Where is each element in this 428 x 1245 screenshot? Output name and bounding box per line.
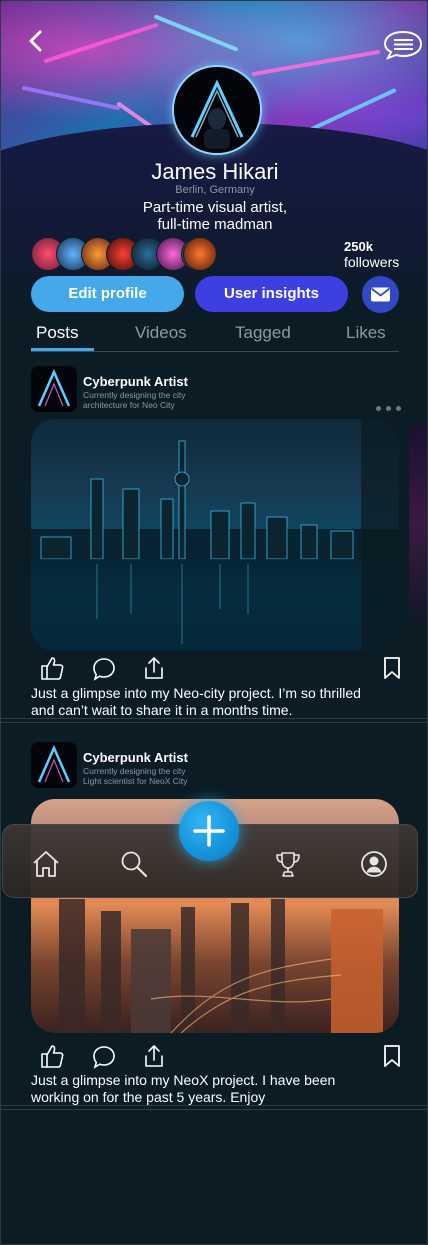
user-insights-button[interactable]: User insights: [195, 276, 348, 312]
home-icon[interactable]: [31, 849, 61, 879]
chat-bubble-icon[interactable]: [383, 29, 423, 61]
tab-videos[interactable]: Videos: [135, 323, 187, 343]
more-options-icon[interactable]: [376, 406, 402, 412]
edit-profile-button[interactable]: Edit profile: [31, 276, 184, 312]
mail-icon: [370, 287, 391, 302]
post-author-avatar[interactable]: [31, 366, 77, 412]
active-tab-indicator: [31, 348, 94, 351]
profile-avatar[interactable]: [172, 65, 262, 155]
followers-label: followers: [344, 254, 400, 270]
post-image[interactable]: [31, 419, 399, 651]
chevron-left-icon[interactable]: [25, 29, 47, 53]
followers-count: 250k: [344, 239, 373, 254]
profile-header: James Hikari Berlin, Germany Part-time v…: [1, 1, 427, 356]
share-icon[interactable]: [141, 655, 167, 681]
tab-likes[interactable]: Likes: [346, 323, 386, 343]
search-icon[interactable]: [119, 849, 149, 879]
share-icon[interactable]: [141, 1043, 167, 1069]
profile-name: James Hikari: [151, 159, 279, 184]
trophy-icon[interactable]: [273, 849, 303, 879]
avatar-image: [174, 67, 260, 153]
bookmark-icon[interactable]: [379, 655, 405, 681]
comment-icon[interactable]: [91, 1044, 117, 1070]
post-author-name[interactable]: Cyberpunk Artist: [83, 374, 188, 389]
tab-tagged[interactable]: Tagged: [235, 323, 291, 343]
profile-bio: Part-time visual artist, full-time madma…: [142, 199, 288, 233]
like-icon[interactable]: [39, 1043, 65, 1069]
post-author-subtitle: Currently designing the city Light scien…: [83, 766, 188, 786]
profile-icon[interactable]: [359, 849, 389, 879]
plus-icon: [193, 815, 225, 847]
message-button[interactable]: [362, 276, 399, 313]
post-author-avatar[interactable]: [31, 742, 77, 788]
post-caption: Just a glimpse into my NeoX project. I h…: [31, 1072, 336, 1105]
post-author-subtitle: Currently designing the city architectur…: [83, 390, 186, 410]
comment-icon[interactable]: [91, 656, 117, 682]
post-author-name[interactable]: Cyberpunk Artist: [83, 750, 188, 765]
create-post-button[interactable]: [179, 801, 239, 861]
tab-posts[interactable]: Posts: [36, 323, 79, 343]
avatar: [183, 237, 217, 271]
post-divider: [1, 718, 427, 723]
post-divider: [1, 1105, 427, 1110]
profile-location: Berlin, Germany: [175, 184, 255, 196]
next-image-preview[interactable]: [409, 423, 427, 623]
app-screen: James Hikari Berlin, Germany Part-time v…: [0, 0, 428, 1245]
bookmark-icon[interactable]: [379, 1043, 405, 1069]
like-icon[interactable]: [39, 655, 65, 681]
post-caption: Just a glimpse into my Neo-city project.…: [31, 685, 361, 718]
city-skyline-image: [31, 419, 399, 651]
